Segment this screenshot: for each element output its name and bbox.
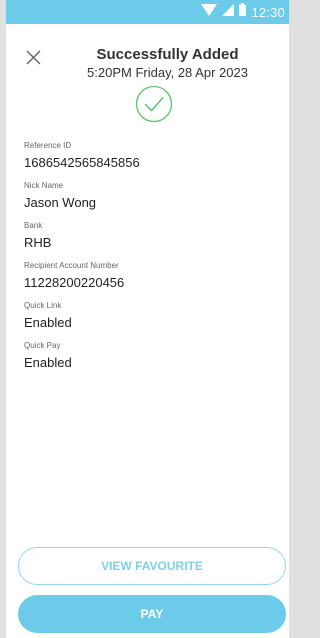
status-time: 12:30	[251, 4, 285, 20]
field-bank: Bank RHB	[24, 221, 274, 261]
status-bar: 12:30	[6, 0, 289, 24]
field-label: Reference ID	[24, 141, 72, 150]
close-button[interactable]	[24, 48, 44, 68]
field-recipient-account-number: Recipient Account Number 11228200220456	[24, 261, 274, 301]
wifi-icon	[201, 3, 218, 21]
field-value: 11228200220456	[24, 275, 125, 290]
header: Successfully Added 5:20PM Friday, 28 Apr…	[6, 24, 289, 84]
details-list: Reference ID 1686542565845856 Nick Name …	[24, 141, 274, 381]
field-reference-id: Reference ID 1686542565845856	[24, 141, 274, 181]
field-value: RHB	[24, 235, 52, 250]
check-circle-icon	[135, 85, 173, 123]
field-nick-name: Nick Name Jason Wong	[24, 181, 274, 221]
pay-button[interactable]: PAY	[18, 595, 286, 633]
field-label: Bank	[24, 221, 43, 230]
view-favourite-button[interactable]: VIEW FAVOURITE	[18, 547, 286, 585]
field-quick-link: Quick Link Enabled	[24, 301, 274, 341]
field-value: Jason Wong	[24, 195, 97, 210]
close-icon	[26, 50, 41, 65]
success-screen: 12:30 Successfully Added 5:20PM Friday, …	[6, 0, 289, 638]
field-label: Recipient Account Number	[24, 261, 119, 270]
field-label: Quick Pay	[24, 341, 61, 350]
field-value: Enabled	[24, 355, 72, 370]
page-subtitle: 5:20PM Friday, 28 Apr 2023	[87, 65, 248, 80]
status-icons: 12:30	[201, 3, 285, 21]
field-value: Enabled	[24, 315, 72, 330]
field-label: Quick Link	[24, 301, 62, 310]
field-quick-pay: Quick Pay Enabled	[24, 341, 274, 381]
page-title: Successfully Added	[96, 46, 239, 63]
signal-icon	[222, 3, 235, 21]
field-label: Nick Name	[24, 181, 64, 190]
battery-icon	[239, 3, 247, 21]
field-value: 1686542565845856	[24, 155, 140, 170]
